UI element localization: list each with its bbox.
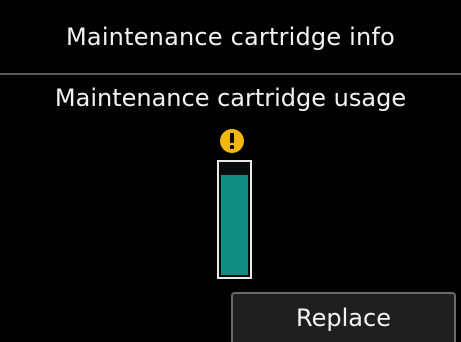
- usage-heading: Maintenance cartridge usage: [54, 84, 407, 112]
- warning-icon: [220, 129, 244, 153]
- cartridge-usage-fill: [221, 175, 248, 275]
- replace-button-label: Replace: [296, 304, 391, 332]
- cartridge-usage-gauge: [217, 160, 252, 279]
- replace-button[interactable]: Replace: [231, 292, 456, 342]
- maintenance-screen: Maintenance cartridge info Maintenance c…: [0, 0, 461, 342]
- header-bar: Maintenance cartridge info: [0, 0, 461, 75]
- page-title: Maintenance cartridge info: [66, 22, 395, 51]
